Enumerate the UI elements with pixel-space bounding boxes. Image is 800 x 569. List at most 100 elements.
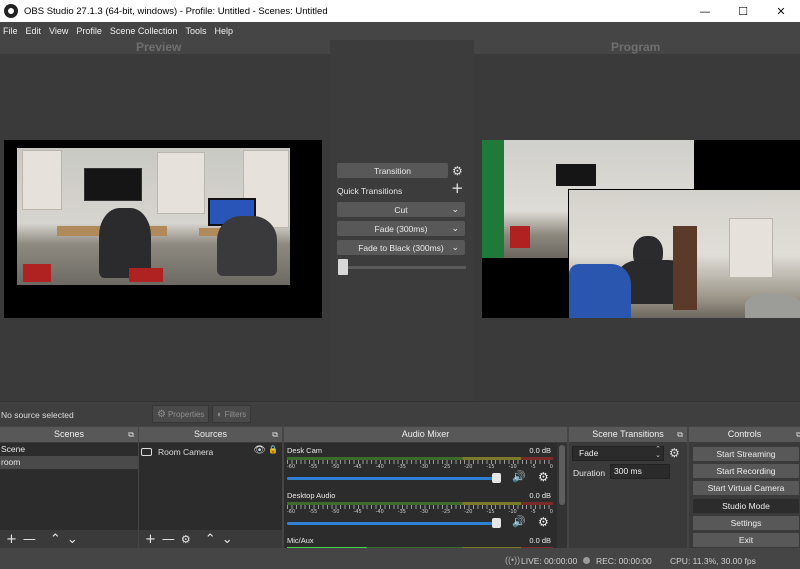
preview-room-image <box>17 148 290 285</box>
source-item[interactable]: Room Camera 👁 🔒 <box>141 445 280 458</box>
channel-gear-icon[interactable]: ⚙ <box>538 470 549 484</box>
preview-label: Preview <box>136 40 182 54</box>
remove-source-icon[interactable]: — <box>162 533 175 546</box>
tbar-handle[interactable] <box>338 259 348 275</box>
lock-icon[interactable]: 🔒 <box>268 445 278 454</box>
menu-edit[interactable]: Edit <box>23 26 47 36</box>
scene-item[interactable]: room <box>0 456 138 469</box>
source-item-label: Room Camera <box>158 446 214 457</box>
controls-title: Controls <box>727 429 762 439</box>
channel-name: Mic/Aux <box>287 536 314 545</box>
remove-scene-icon[interactable]: — <box>23 533 36 546</box>
menu-view[interactable]: View <box>46 26 73 36</box>
properties-button[interactable]: ⚙ Properties <box>152 405 210 423</box>
move-down-icon[interactable]: ⌄ <box>67 533 78 546</box>
scenes-header: Scenes ⧉ <box>0 427 138 442</box>
scene-transitions-header: Scene Transitions ⧉ <box>569 427 687 442</box>
menu-help[interactable]: Help <box>211 26 238 36</box>
status-bar: ((•)) LIVE: 00:00:00 REC: 00:00:00 CPU: … <box>0 552 800 569</box>
program-video <box>482 140 800 318</box>
transition-properties-gear-icon[interactable]: ⚙ <box>669 447 680 459</box>
undock-icon[interactable]: ⧉ <box>272 427 278 442</box>
quick-transition-fade-to-black[interactable]: Fade to Black (300ms) ⌄ <box>337 240 465 255</box>
add-quick-transition-icon[interactable]: + <box>451 181 464 196</box>
quick-transition-label: Cut <box>394 204 408 215</box>
live-timer: LIVE: 00:00:00 <box>521 556 578 566</box>
studio-mode-button[interactable]: Studio Mode <box>693 499 799 513</box>
sources-list: Room Camera 👁 🔒 <box>139 443 282 530</box>
audio-channel: Desktop Audio 0.0 dB -60 -55 -50 -45 -40 -35-… <box>284 489 555 535</box>
channel-gear-icon[interactable]: ⚙ <box>538 515 549 529</box>
cpu-fps: CPU: 11.3%, 30.00 fps <box>670 556 756 566</box>
volume-fader[interactable] <box>287 477 495 480</box>
audio-channel: Desk Cam 0.0 dB -60 -55 -50 -45 -40 -35 -30 -25… <box>284 444 555 490</box>
record-dot-icon <box>583 557 590 564</box>
speaker-icon[interactable]: 🔊 <box>512 515 526 528</box>
no-source-label: No source selected <box>1 410 74 420</box>
window-title: OBS Studio 27.1.3 (64-bit, windows) - Pr… <box>24 5 328 17</box>
quick-transition-label: Fade to Black (300ms) <box>358 242 444 253</box>
undock-icon[interactable]: ⧉ <box>796 427 800 442</box>
duration-label: Duration <box>573 468 606 478</box>
undock-icon[interactable]: ⧉ <box>677 427 683 442</box>
chevron-down-icon: ⌄ <box>451 204 459 214</box>
volume-fader-handle[interactable] <box>492 518 501 528</box>
scene-transitions-title: Scene Transitions <box>592 429 664 439</box>
add-scene-icon[interactable]: + <box>6 533 17 546</box>
properties-label: Properties <box>167 409 205 419</box>
minimize-button[interactable]: — <box>686 0 724 22</box>
transition-select[interactable]: Fade ⌃ ⌄ <box>572 446 664 461</box>
close-button[interactable]: ✕ <box>762 0 800 22</box>
channel-db: 0.0 dB <box>529 446 551 455</box>
chevron-down-icon: ⌄ <box>451 223 459 233</box>
volume-fader[interactable] <box>287 522 495 525</box>
move-down-icon[interactable]: ⌄ <box>222 533 233 546</box>
start-streaming-button[interactable]: Start Streaming <box>693 447 799 461</box>
exit-button[interactable]: Exit <box>693 533 799 547</box>
menu-scene-collection[interactable]: Scene Collection <box>107 26 183 36</box>
rec-timer: REC: 00:00:00 <box>596 556 652 566</box>
channel-db: 0.0 dB <box>529 536 551 545</box>
title-bar: OBS Studio 27.1.3 (64-bit, windows) - Pr… <box>0 0 800 22</box>
visibility-eye-icon[interactable]: 👁 <box>253 445 266 456</box>
mixer-scrollbar[interactable] <box>557 443 567 548</box>
volume-fader-handle[interactable] <box>492 473 501 483</box>
spin-arrows-icon: ⌃ ⌄ <box>655 446 661 459</box>
broadcast-icon: ((•)) <box>505 555 521 565</box>
maximize-button[interactable]: ☐ <box>724 0 762 22</box>
scene-item[interactable]: Scene <box>0 443 138 456</box>
filters-button[interactable]: ◐ Filters <box>212 405 252 423</box>
audio-channel: Mic/Aux 0.0 dB <box>284 534 555 548</box>
settings-button[interactable]: Settings <box>693 516 799 530</box>
quick-transition-cut[interactable]: Cut ⌄ <box>337 202 465 217</box>
source-properties-gear-icon[interactable]: ⚙ <box>181 533 191 546</box>
audio-mixer-dock: Audio Mixer Desk Cam 0.0 dB -60 -55 -50 -45… <box>284 427 567 548</box>
quick-transition-label: Fade (300ms) <box>374 223 428 234</box>
menu-profile[interactable]: Profile <box>73 26 107 36</box>
move-up-icon[interactable]: ⌃ <box>50 533 61 546</box>
start-recording-button[interactable]: Start Recording <box>693 464 799 478</box>
menu-tools[interactable]: Tools <box>182 26 211 36</box>
channel-db: 0.0 dB <box>529 491 551 500</box>
scenes-title: Scenes <box>53 429 85 439</box>
menu-bar: File Edit View Profile Scene Collection … <box>0 22 800 40</box>
preview-video[interactable] <box>4 140 322 318</box>
tbar-track[interactable] <box>340 266 466 269</box>
duration-input[interactable]: 300 ms <box>610 464 670 479</box>
menu-file[interactable]: File <box>0 26 23 36</box>
program-closeup-image <box>568 189 800 318</box>
transition-gear-icon[interactable]: ⚙ <box>452 165 463 177</box>
controls-header: Controls ⧉ <box>689 427 800 442</box>
speaker-icon[interactable]: 🔊 <box>512 470 526 483</box>
add-source-icon[interactable]: + <box>145 533 156 546</box>
channel-name: Desk Cam <box>287 446 323 455</box>
quick-transition-fade[interactable]: Fade (300ms) ⌄ <box>337 221 465 236</box>
audio-mixer-channels: Desk Cam 0.0 dB -60 -55 -50 -45 -40 -35 -30 -25… <box>284 443 557 548</box>
sources-title: Sources <box>193 429 228 439</box>
move-up-icon[interactable]: ⌃ <box>205 533 216 546</box>
undock-icon[interactable]: ⧉ <box>128 427 134 442</box>
transition-button[interactable]: Transition <box>337 163 448 178</box>
scenes-dock: Scenes ⧉ Scene room + — ⌃ ⌄ <box>0 427 138 548</box>
start-virtual-camera-button[interactable]: Start Virtual Camera <box>693 481 799 495</box>
sources-dock: Sources ⧉ Room Camera 👁 🔒 + — ⚙ ⌃ ⌄ <box>139 427 282 548</box>
